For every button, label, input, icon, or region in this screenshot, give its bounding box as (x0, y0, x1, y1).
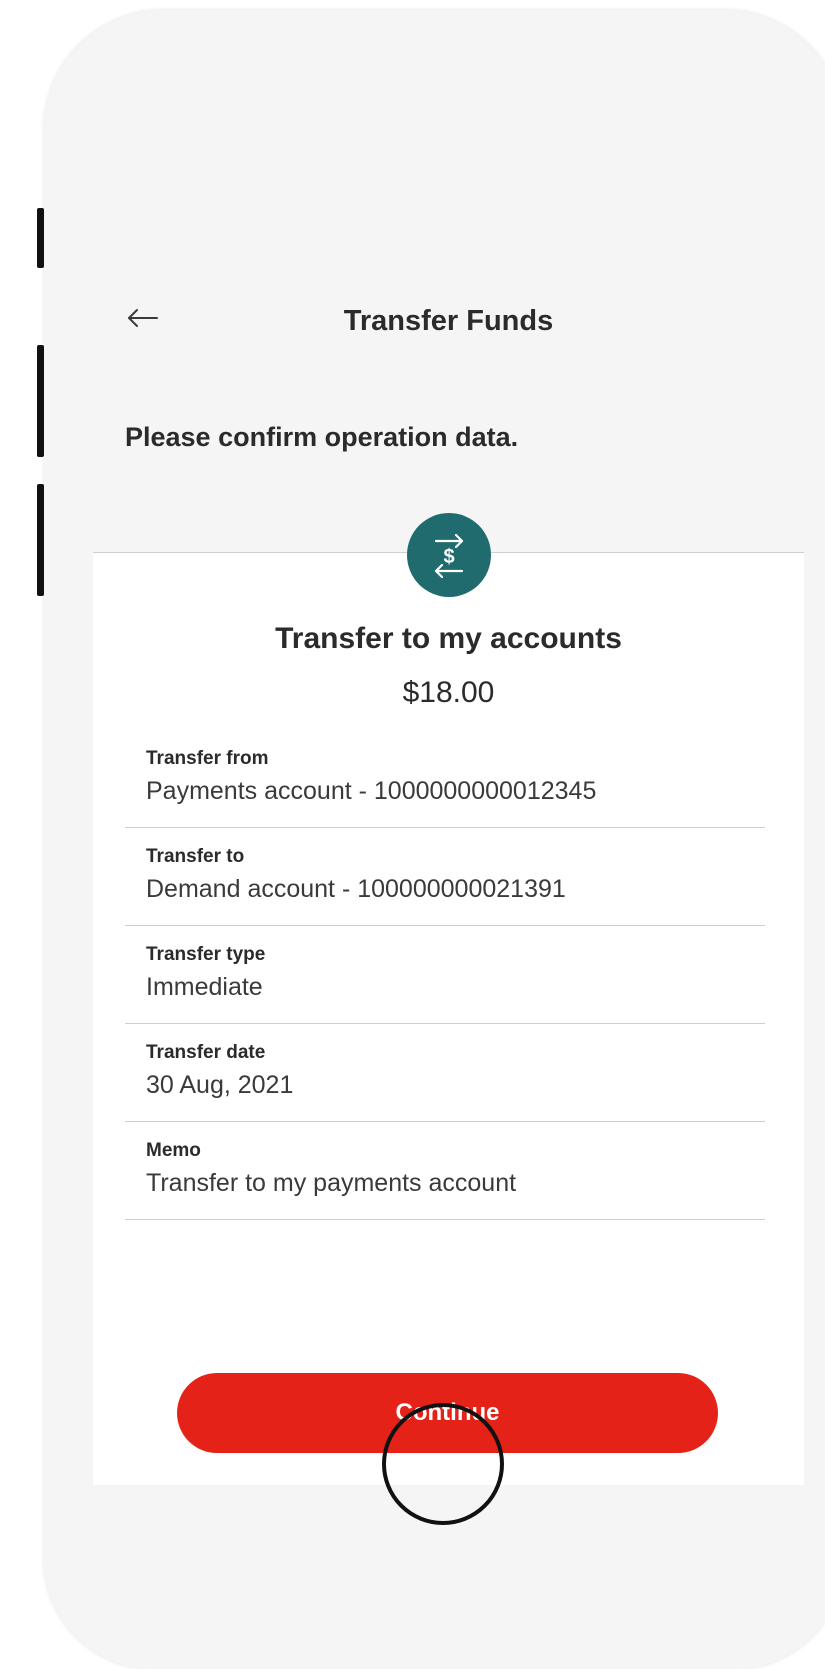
app-screen: Transfer Funds Please confirm operation … (93, 210, 804, 1485)
detail-label: Transfer type (146, 944, 266, 965)
operation-title: Transfer to my accounts (275, 622, 622, 655)
screen-header: Transfer Funds Please confirm operation … (93, 210, 804, 553)
operation-details: Transfer from Payments account - 1000000… (125, 730, 765, 1220)
page-title: Transfer Funds (343, 305, 554, 337)
volume-down-button (37, 484, 44, 596)
mute-switch (37, 208, 44, 268)
detail-row-transfer-from: Transfer from Payments account - 1000000… (125, 730, 765, 828)
detail-label: Transfer from (146, 748, 269, 769)
transfer-funds-icon: $ (407, 513, 491, 597)
detail-value: 30 Aug, 2021 (146, 1071, 294, 1099)
detail-value: Payments account - 1000000000012345 (146, 777, 597, 805)
detail-value: Demand account - 100000000021391 (146, 875, 566, 903)
detail-label: Transfer to (146, 846, 245, 867)
detail-value: Immediate (146, 973, 263, 1001)
phone-frame: Transfer Funds Please confirm operation … (44, 10, 825, 1669)
operation-amount: $18.00 (402, 676, 495, 709)
home-button[interactable] (382, 1403, 504, 1525)
device-mockup: Transfer Funds Please confirm operation … (0, 0, 825, 1669)
detail-value: Transfer to my payments account (146, 1169, 517, 1197)
svg-text:$: $ (443, 546, 454, 568)
detail-row-transfer-type: Transfer type Immediate (125, 926, 765, 1024)
detail-row-transfer-to: Transfer to Demand account - 10000000002… (125, 828, 765, 926)
detail-row-transfer-date: Transfer date 30 Aug, 2021 (125, 1024, 765, 1122)
confirm-instruction: Please confirm operation data. (125, 422, 519, 452)
detail-label: Memo (146, 1140, 201, 1161)
volume-up-button (37, 345, 44, 457)
detail-row-memo: Memo Transfer to my payments account (125, 1122, 765, 1220)
detail-label: Transfer date (146, 1042, 266, 1063)
